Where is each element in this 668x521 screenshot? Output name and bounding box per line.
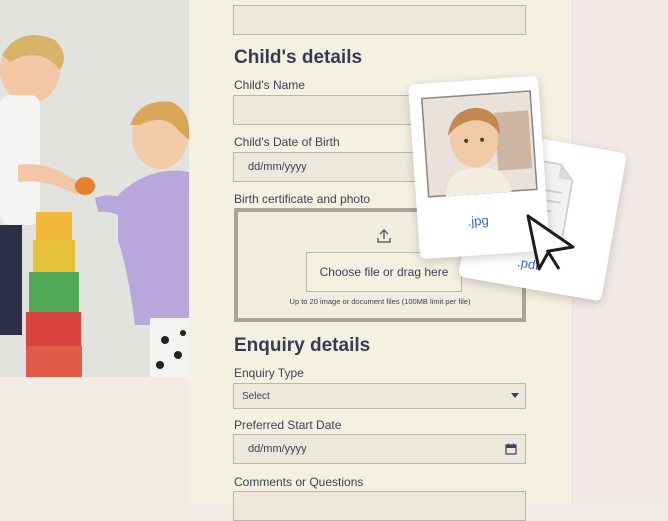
upload-limit-note: Up to 20 image or document files (100MB … [289,297,471,306]
enquiry-type-value: Select [242,391,270,402]
comments-label: Comments or Questions [234,475,364,489]
comments-textarea[interactable] [233,491,526,521]
child-name-label: Child's Name [234,78,305,92]
upload-label: Birth certificate and photo [234,192,371,206]
cursor-icon [526,214,575,271]
jpg-label: .jpg [467,212,490,229]
child-dob-placeholder: dd/mm/yyyy [248,161,307,173]
chevron-down-icon [511,393,519,398]
toddler-photo [421,90,538,198]
enquiry-type-select[interactable]: Select [233,383,526,409]
enquiry-type-label: Enquiry Type [234,366,304,380]
child-dob-label: Child's Date of Birth [234,135,340,149]
start-date-label: Preferred Start Date [234,418,342,432]
enquiry-details-heading: Enquiry details [234,335,371,356]
upload-icon [377,229,391,243]
calendar-icon[interactable] [505,443,517,455]
child-details-heading: Child's details [234,47,363,68]
start-date-input[interactable]: dd/mm/yyyy [233,434,526,464]
start-date-placeholder: dd/mm/yyyy [248,443,307,455]
children-photo [0,0,189,377]
previous-field-input[interactable] [233,5,526,35]
